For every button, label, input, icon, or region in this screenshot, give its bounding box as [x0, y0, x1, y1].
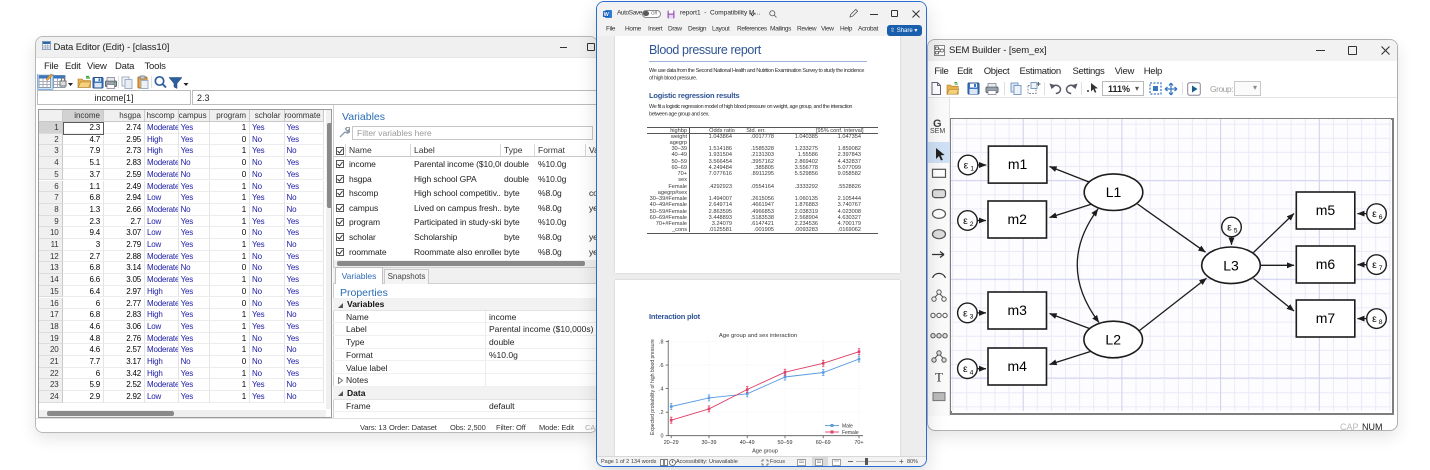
svg-text:5: 5: [1234, 228, 1238, 235]
svg-text:ε: ε: [1227, 222, 1232, 234]
svg-text:3: 3: [970, 314, 974, 321]
svg-text:7: 7: [1379, 265, 1383, 272]
svg-text:0: 0: [661, 433, 664, 439]
svg-text:70+: 70+: [854, 440, 863, 446]
svg-text:.6: .6: [659, 363, 664, 369]
svg-text:1: 1: [970, 166, 974, 173]
svg-text:ε: ε: [963, 307, 968, 319]
svg-text:.4: .4: [659, 386, 664, 392]
svg-text:ε: ε: [963, 363, 968, 375]
svg-text:m6: m6: [1316, 256, 1336, 272]
svg-text:40–49: 40–49: [740, 440, 755, 446]
svg-text:ε: ε: [1372, 208, 1377, 220]
svg-text:m2: m2: [1007, 211, 1027, 227]
svg-text:2: 2: [970, 221, 974, 228]
svg-text:m7: m7: [1316, 310, 1336, 326]
svg-text:L1: L1: [1106, 184, 1122, 200]
svg-text:Age group: Age group: [752, 448, 778, 454]
svg-text:ε: ε: [963, 215, 968, 227]
svg-text:60–69: 60–69: [816, 440, 831, 446]
svg-text:ε: ε: [1372, 259, 1377, 271]
svg-text:50–59: 50–59: [778, 440, 793, 446]
svg-text:m4: m4: [1007, 358, 1027, 374]
svg-text:4: 4: [970, 369, 974, 376]
svg-text:ε: ε: [964, 160, 969, 172]
svg-text:8: 8: [1379, 319, 1383, 326]
svg-text:T: T: [935, 369, 943, 384]
svg-text:30–39: 30–39: [702, 440, 717, 446]
svg-text:W: W: [604, 12, 610, 18]
svg-text:6: 6: [1379, 214, 1383, 221]
svg-text:ε: ε: [1372, 313, 1377, 325]
svg-text:Age group and sex interaction: Age group and sex interaction: [719, 333, 797, 339]
svg-text:Expected probability of high b: Expected probability of high blood press…: [650, 338, 656, 434]
svg-text:.2: .2: [659, 410, 664, 416]
svg-text:.8: .8: [659, 339, 664, 345]
svg-text:L2: L2: [1105, 332, 1121, 348]
svg-text:m5: m5: [1316, 202, 1336, 218]
svg-text:20–29: 20–29: [664, 440, 679, 446]
svg-text:m3: m3: [1007, 302, 1027, 318]
svg-text:Female: Female: [842, 430, 859, 436]
svg-text:m1: m1: [1008, 156, 1028, 172]
svg-text:L3: L3: [1223, 257, 1239, 273]
svg-text:Male: Male: [842, 423, 853, 429]
